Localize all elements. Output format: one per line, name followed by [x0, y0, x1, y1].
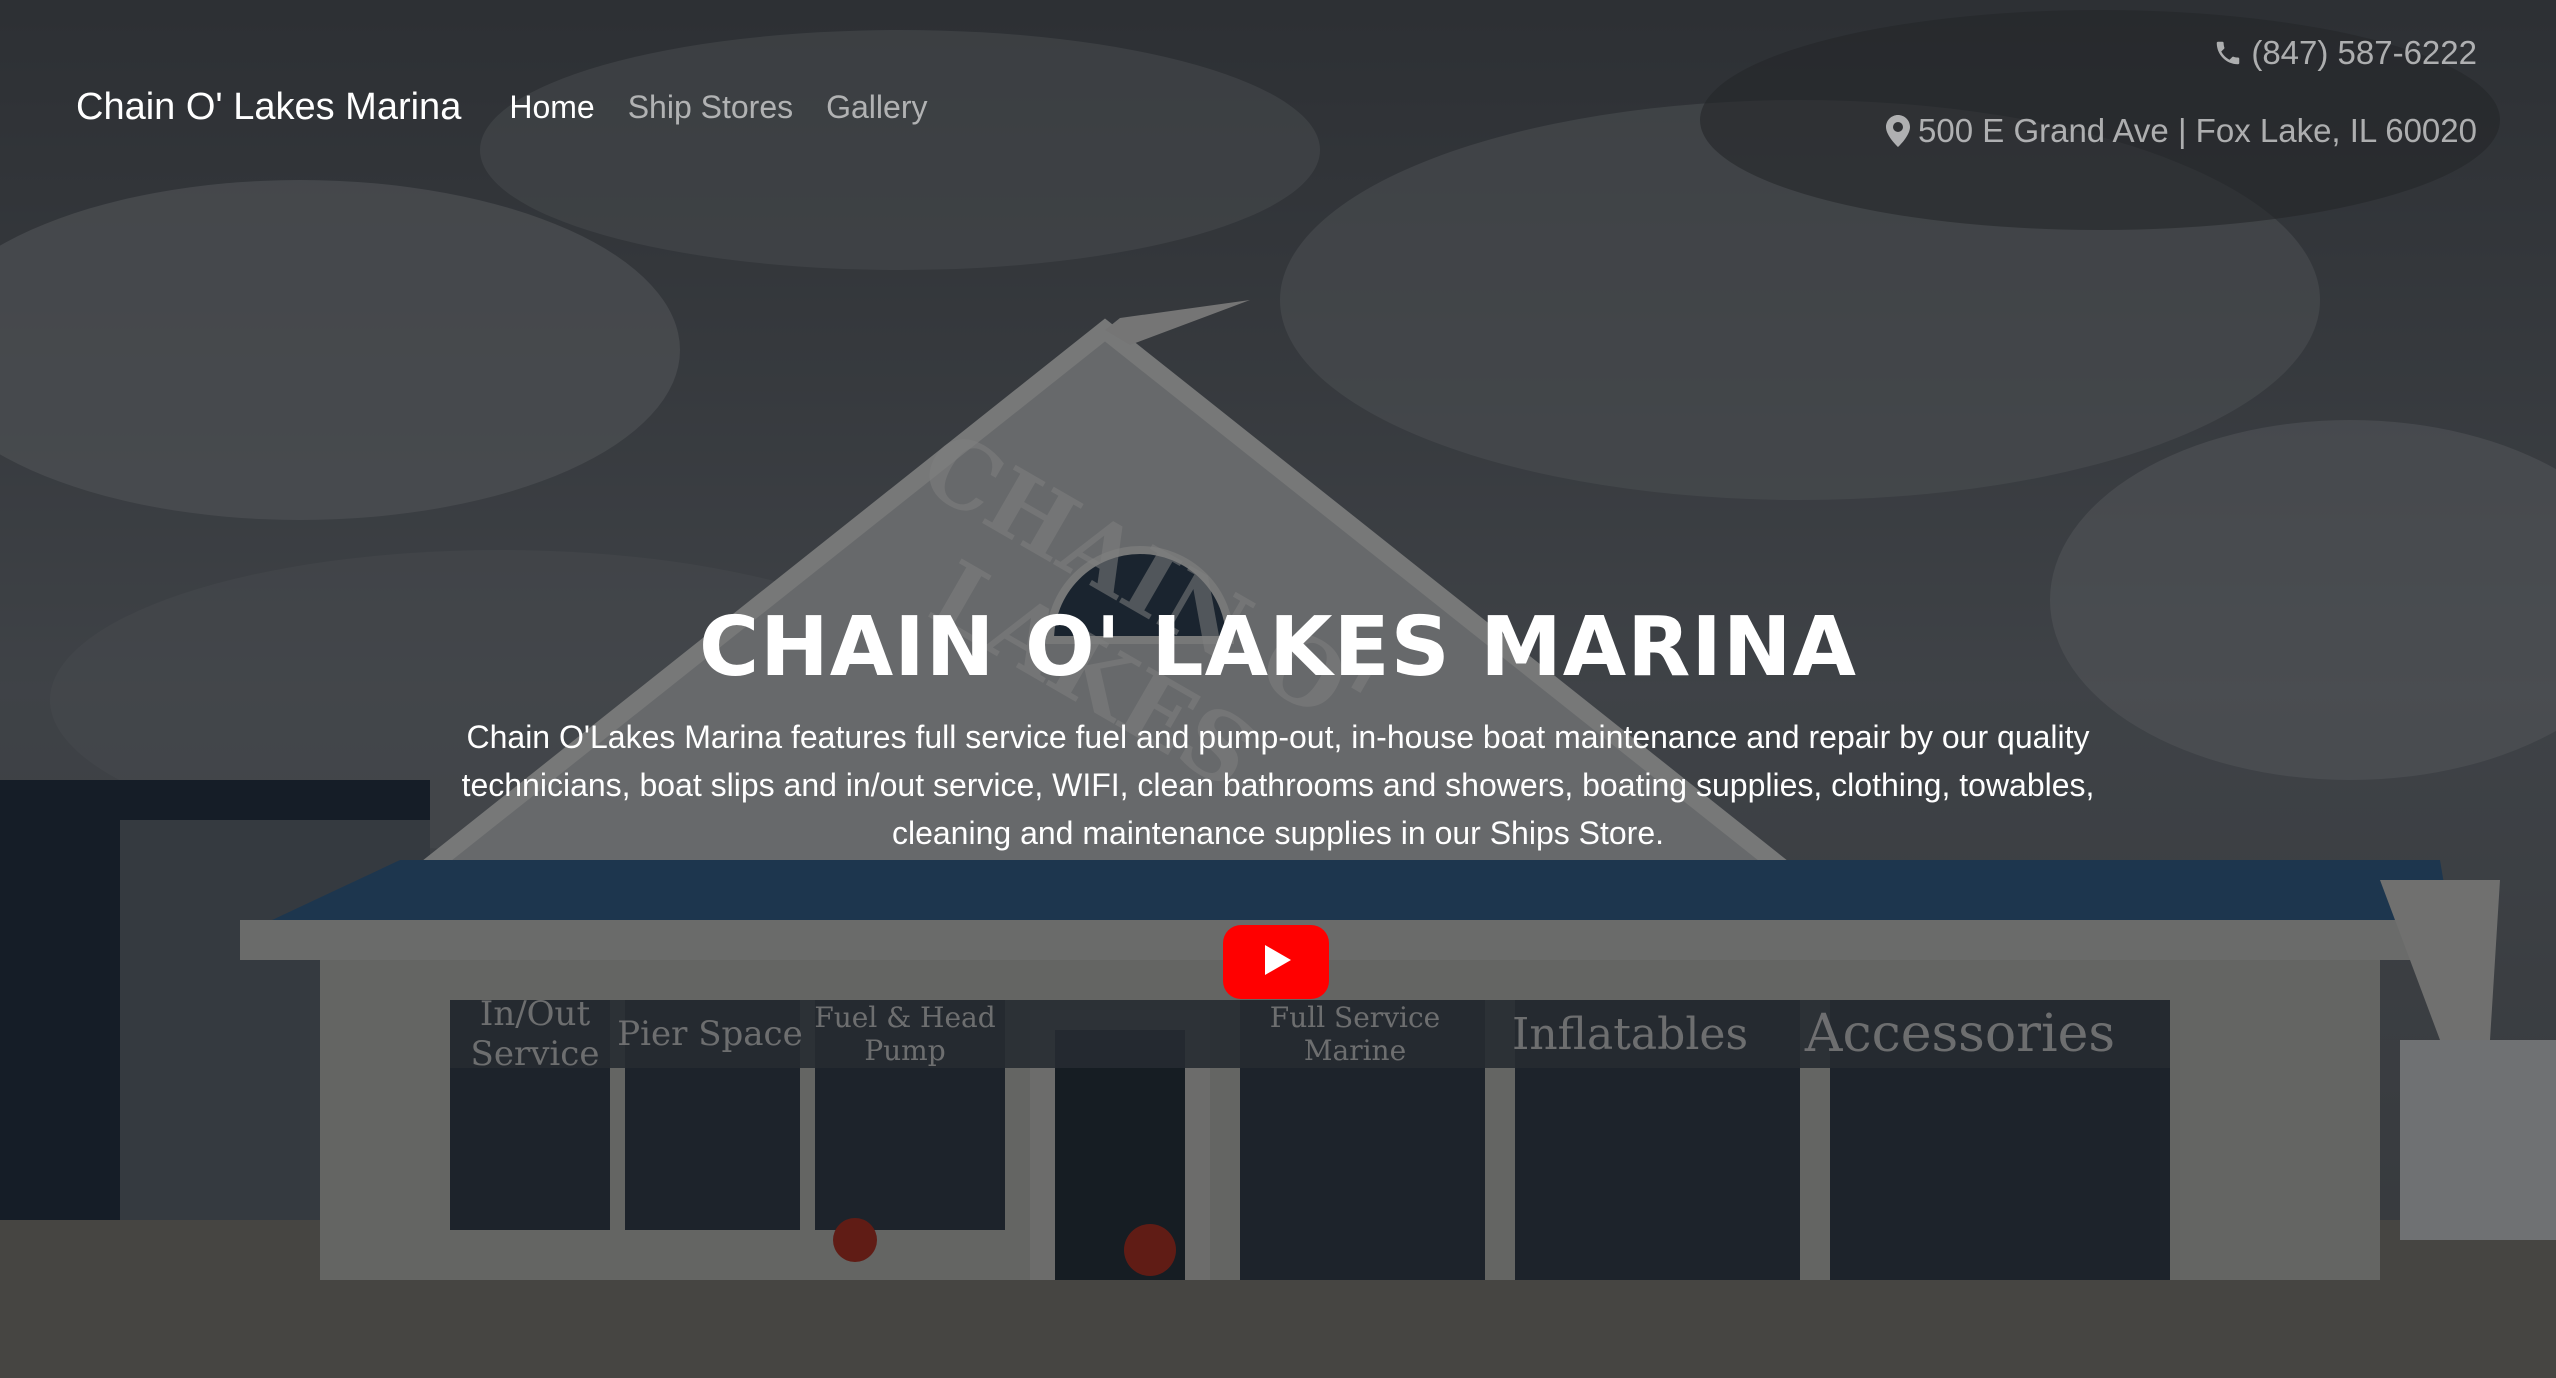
address-link[interactable]: 500 E Grand Ave | Fox Lake, IL 60020: [1918, 112, 2477, 150]
nav-ship-stores[interactable]: Ship Stores: [628, 89, 793, 126]
nav-gallery[interactable]: Gallery: [826, 89, 927, 126]
hero-section: CHAIN O' LAKES MARINA Chain O'Lakes Mari…: [0, 600, 2556, 857]
phone-link[interactable]: (847) 587-6222: [2251, 34, 2477, 72]
phone-row: (847) 587-6222: [1886, 34, 2477, 72]
nav-home[interactable]: Home: [509, 89, 594, 126]
address-row: 500 E Grand Ave | Fox Lake, IL 60020: [1886, 112, 2477, 150]
hero-description: Chain O'Lakes Marina features full servi…: [461, 719, 2095, 851]
page: CHAIN O' LAKES In/Out Service Pier Space…: [0, 0, 2556, 1378]
youtube-play-button[interactable]: [1223, 925, 1329, 999]
hero-title: CHAIN O' LAKES MARINA: [699, 600, 1857, 695]
youtube-play-icon: [1259, 943, 1293, 982]
map-marker-icon: [1886, 115, 1911, 147]
phone-icon: [2213, 38, 2243, 68]
main-navbar: Chain O' Lakes Marina Home Ship Stores G…: [76, 86, 960, 129]
brand-link[interactable]: Chain O' Lakes Marina: [76, 86, 461, 129]
contact-info: (847) 587-6222 500 E Grand Ave | Fox Lak…: [1886, 34, 2477, 150]
